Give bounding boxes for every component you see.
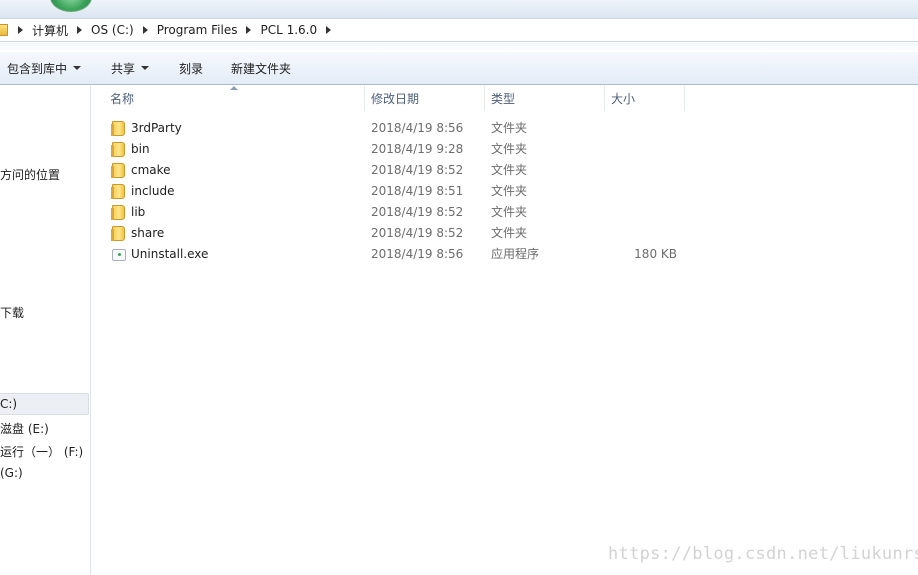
file-type: 文件夹 [491, 142, 528, 156]
chevron-down-icon [73, 66, 82, 70]
breadcrumb-pcl[interactable]: PCL 1.6.0 [260, 23, 317, 37]
file-name: lib [131, 205, 146, 219]
file-size [606, 160, 677, 181]
command-toolbar: 包含到库中 共享 刻录 新建文件夹 [0, 52, 918, 85]
file-size: 180 KB [634, 247, 677, 261]
column-header: 名称 修改日期 类型 大小 [92, 86, 918, 111]
column-type[interactable]: 类型 [485, 86, 605, 111]
include-in-library-label: 包含到库中 [7, 61, 68, 76]
list-item[interactable]: 3rdParty 2018/4/19 8:56 文件夹 [92, 118, 918, 139]
nav-item-downloads[interactable]: 下载 [0, 304, 24, 321]
folder-icon [111, 226, 125, 241]
chevron-right-icon[interactable] [77, 26, 83, 34]
list-item[interactable]: cmake 2018/4/19 8:52 文件夹 [92, 160, 918, 181]
watermark: https://blog.csdn.net/liukunrs [608, 544, 918, 564]
file-type: 文件夹 [491, 184, 528, 198]
nav-item-drive-f[interactable]: 运行（一） (F:) [0, 443, 83, 460]
file-type: 文件夹 [491, 163, 528, 177]
column-modified[interactable]: 修改日期 [365, 86, 485, 111]
burn-button[interactable]: 刻录 [167, 52, 219, 84]
file-modified: 2018/4/19 8:56 [371, 121, 464, 135]
file-modified: 2018/4/19 8:56 [371, 247, 464, 261]
folder-icon [111, 142, 125, 157]
file-modified: 2018/4/19 8:52 [371, 163, 464, 177]
list-item[interactable]: Uninstall.exe 2018/4/19 8:56 应用程序 180 KB [92, 244, 918, 265]
breadcrumb-os-c[interactable]: OS (C:) [91, 23, 134, 37]
column-type-label: 类型 [491, 92, 516, 106]
list-item[interactable]: bin 2018/4/19 9:28 文件夹 [92, 139, 918, 160]
file-modified: 2018/4/19 8:51 [371, 184, 464, 198]
file-name: cmake [131, 163, 171, 177]
navigation-pane: 方问的位置 下载 C:) 滋盘 (E:) 运行（一） (F:) (G:) [0, 86, 91, 575]
breadcrumb-program-files[interactable]: Program Files [157, 23, 238, 37]
file-modified: 2018/4/19 8:52 [371, 205, 464, 219]
folder-icon [111, 121, 125, 136]
folder-icon [0, 24, 8, 36]
folder-icon [111, 184, 125, 199]
list-item[interactable]: lib 2018/4/19 8:52 文件夹 [92, 202, 918, 223]
nav-item-drive-c[interactable]: C:) [0, 397, 17, 411]
column-size[interactable]: 大小 [605, 86, 685, 111]
burn-label: 刻录 [179, 61, 204, 76]
file-name: include [131, 184, 175, 198]
file-type: 文件夹 [491, 226, 528, 240]
folder-icon [111, 205, 125, 220]
share-label: 共享 [111, 61, 136, 76]
file-name: bin [131, 142, 150, 156]
orb-icon[interactable] [50, 0, 92, 12]
file-size [606, 118, 677, 139]
new-folder-label: 新建文件夹 [231, 61, 292, 76]
file-modified: 2018/4/19 9:28 [371, 142, 464, 156]
chevron-right-icon[interactable] [246, 26, 252, 34]
new-folder-button[interactable]: 新建文件夹 [219, 52, 305, 84]
file-size [606, 202, 677, 223]
file-list: 3rdParty 2018/4/19 8:56 文件夹 bin 2018/4/1… [92, 118, 918, 265]
chevron-right-icon[interactable] [326, 26, 332, 34]
list-item[interactable]: include 2018/4/19 8:51 文件夹 [92, 181, 918, 202]
file-type: 文件夹 [491, 205, 528, 219]
folder-icon [111, 163, 125, 178]
address-bar[interactable]: 计算机 OS (C:) Program Files PCL 1.6.0 [0, 18, 918, 42]
file-name: 3rdParty [131, 121, 182, 135]
file-size [606, 223, 677, 244]
column-name-label: 名称 [110, 92, 135, 106]
chevron-right-icon[interactable] [18, 26, 23, 34]
breadcrumb-computer[interactable]: 计算机 [32, 22, 68, 39]
nav-item-drive-e[interactable]: 滋盘 (E:) [0, 420, 49, 437]
chevron-right-icon[interactable] [142, 26, 148, 34]
column-modified-label: 修改日期 [371, 92, 420, 106]
file-size [606, 181, 677, 202]
include-in-library-button[interactable]: 包含到库中 [0, 52, 97, 84]
title-strip [0, 0, 918, 18]
file-size [606, 139, 677, 160]
address-bar-shadow [0, 43, 918, 52]
file-modified: 2018/4/19 8:52 [371, 226, 464, 240]
column-name[interactable]: 名称 [104, 86, 365, 111]
share-button[interactable]: 共享 [97, 52, 167, 84]
list-item[interactable]: share 2018/4/19 8:52 文件夹 [92, 223, 918, 244]
file-type: 文件夹 [491, 121, 528, 135]
file-type: 应用程序 [491, 247, 540, 261]
file-name: share [131, 226, 165, 240]
file-name: Uninstall.exe [131, 247, 209, 261]
nav-item-drive-g[interactable]: (G:) [0, 466, 23, 480]
explorer-window: 计算机 OS (C:) Program Files PCL 1.6.0 包含到库… [0, 0, 918, 575]
nav-item-recent-places[interactable]: 方问的位置 [0, 166, 60, 183]
chevron-down-icon [141, 66, 150, 70]
application-icon [112, 249, 126, 261]
column-size-label: 大小 [611, 92, 636, 106]
